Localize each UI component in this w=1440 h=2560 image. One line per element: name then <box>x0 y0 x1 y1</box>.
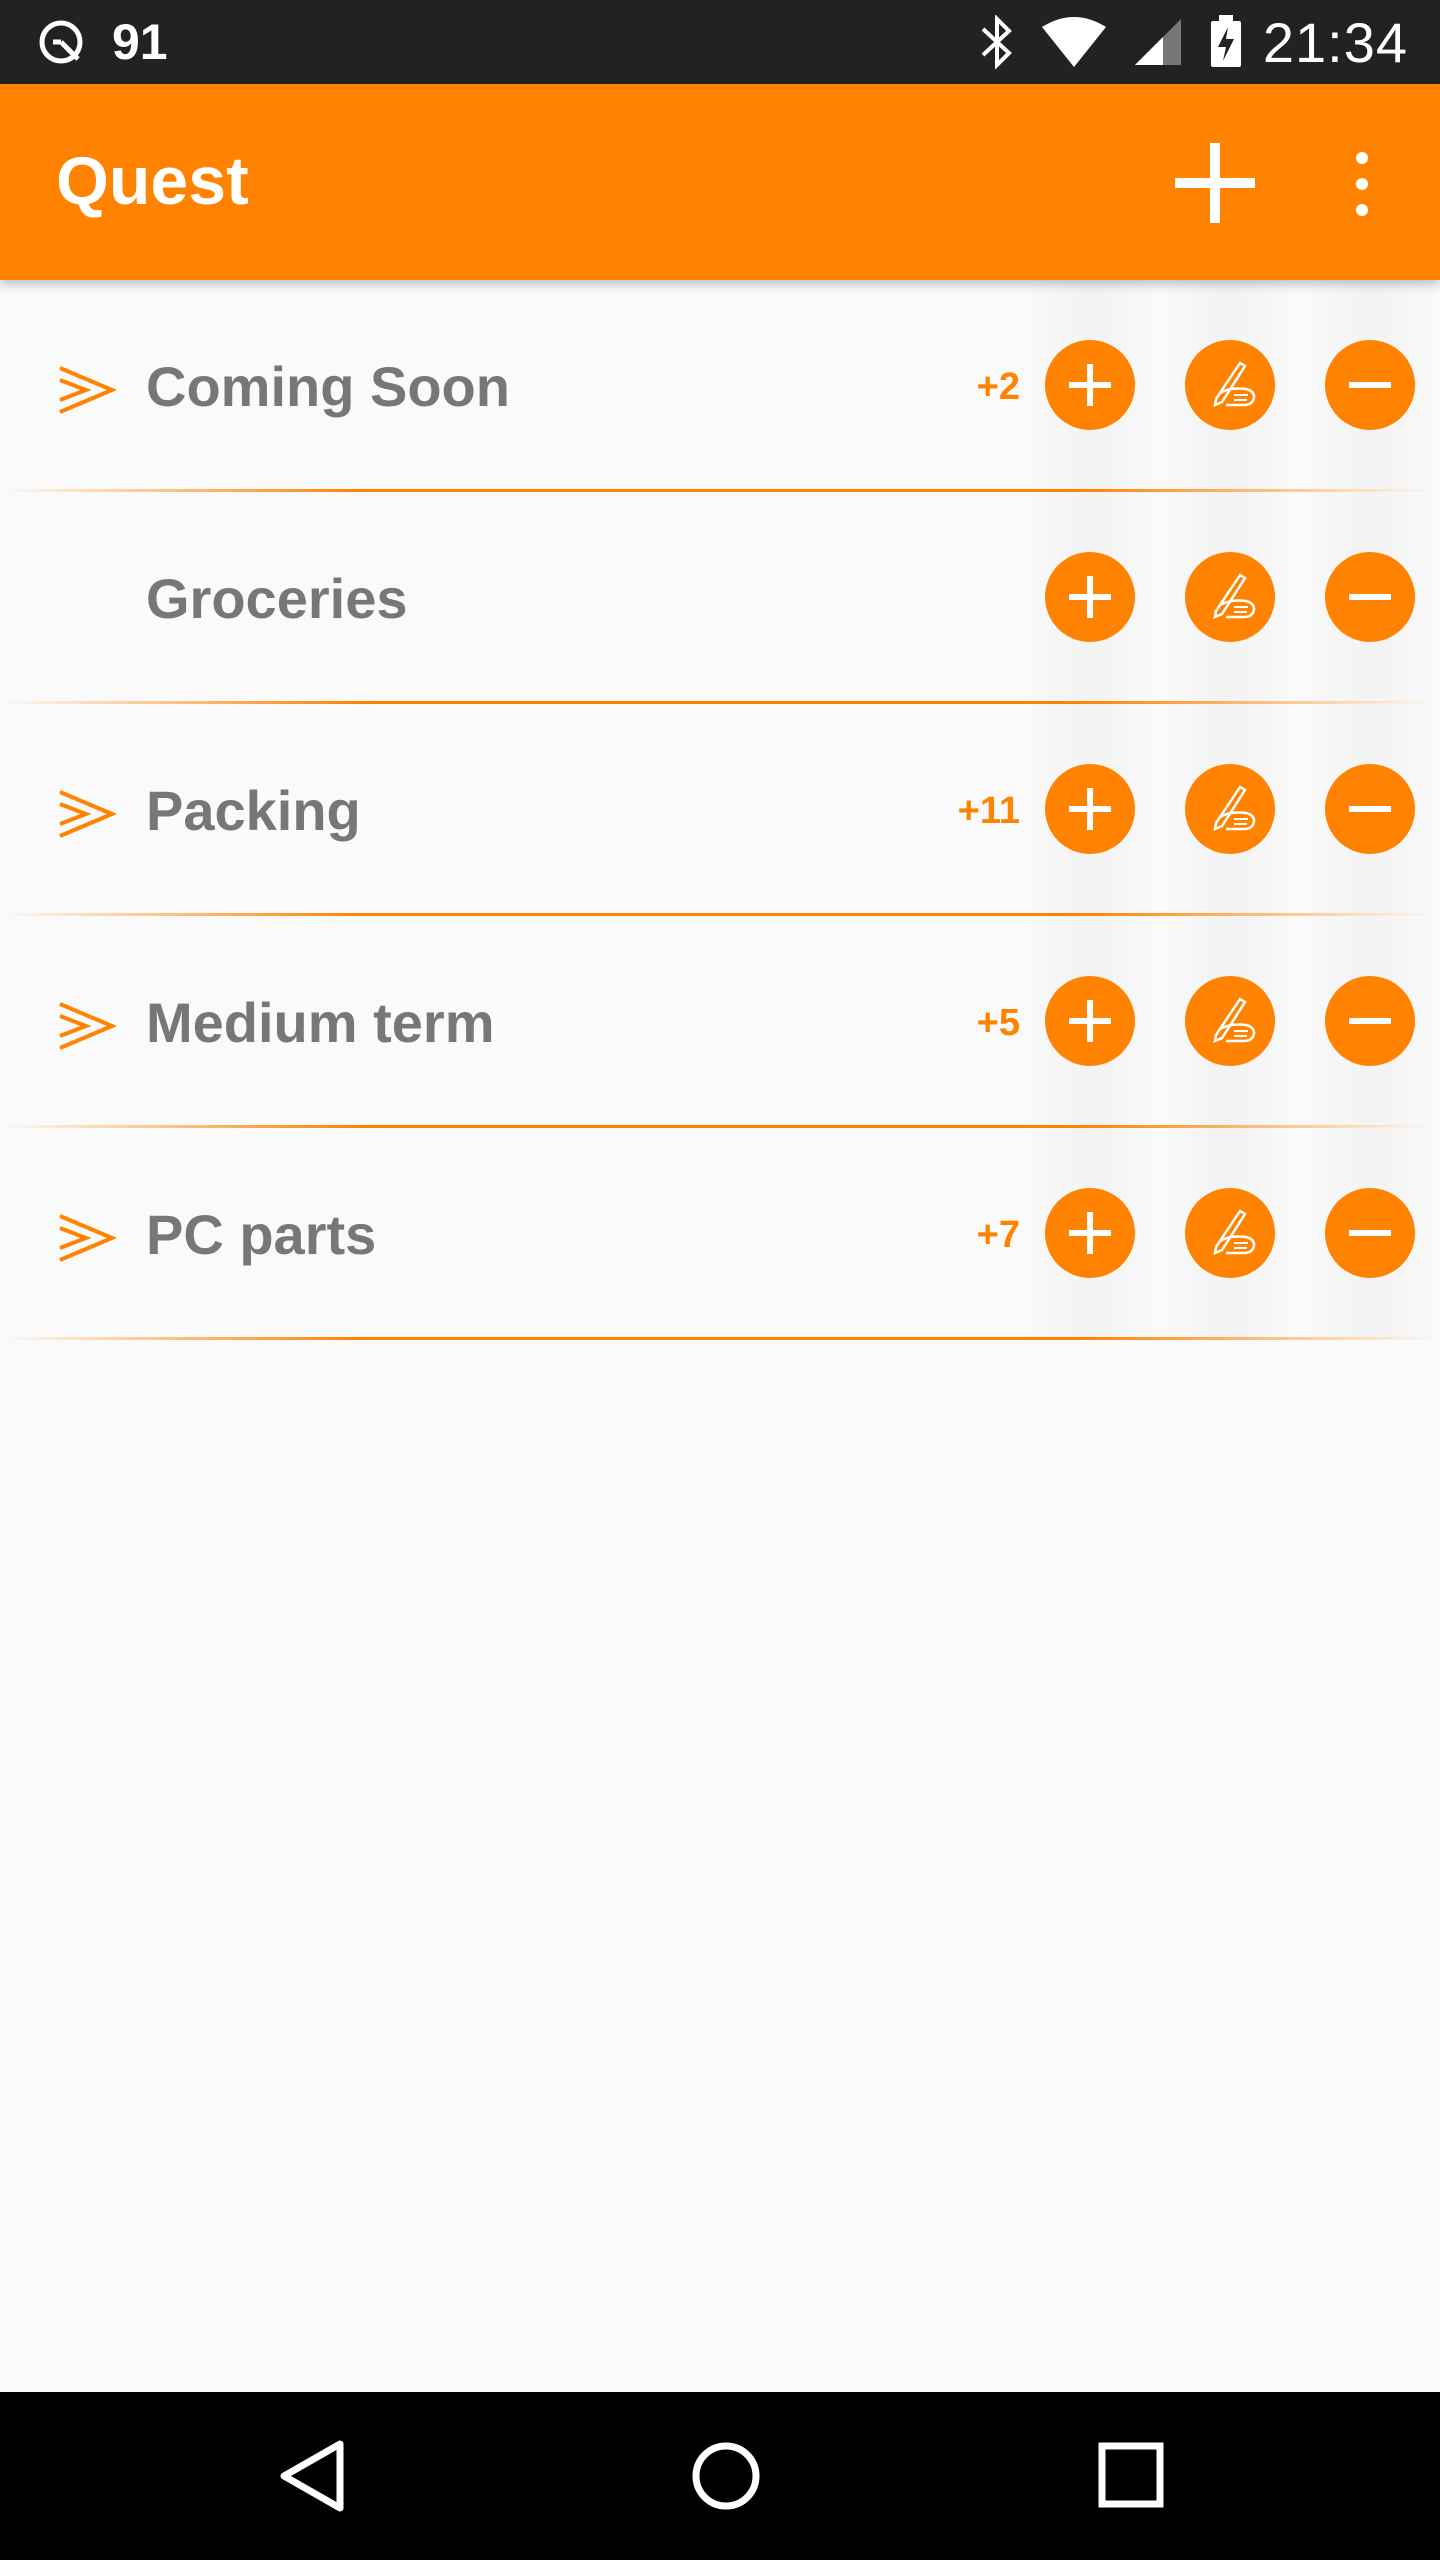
hand-writing-icon <box>1213 573 1256 620</box>
edit-item-button[interactable] <box>1185 764 1275 854</box>
add-item-button[interactable] <box>1045 764 1135 854</box>
overflow-menu-icon <box>1356 152 1368 216</box>
child-count-badge: +7 <box>976 1214 1020 1256</box>
expand-chevron-icon[interactable] <box>56 362 116 418</box>
remove-item-column <box>1300 916 1440 1126</box>
add-item-column <box>1020 280 1160 490</box>
remove-item-button[interactable] <box>1325 976 1415 1066</box>
list-item-label: Packing <box>146 779 361 842</box>
overflow-menu-button[interactable] <box>1336 148 1388 220</box>
child-count-badge: +5 <box>976 1002 1020 1044</box>
status-left: 91 <box>36 13 168 71</box>
remove-item-button[interactable] <box>1325 552 1415 642</box>
plus-icon <box>1069 1212 1111 1254</box>
edit-item-column <box>1160 280 1300 490</box>
list-item-label: Medium term <box>146 991 495 1054</box>
back-triangle-icon <box>280 2440 344 2512</box>
hand-writing-icon <box>1213 361 1256 408</box>
remove-item-column <box>1300 1128 1440 1338</box>
edit-item-button[interactable] <box>1185 552 1275 642</box>
home-circle-icon <box>692 2442 760 2510</box>
edit-item-column <box>1160 916 1300 1126</box>
add-list-button[interactable] <box>1170 138 1260 228</box>
battery-charging-icon <box>1210 15 1241 67</box>
edit-item-button[interactable] <box>1185 340 1275 430</box>
expand-chevron-icon[interactable] <box>56 1210 116 1266</box>
list-item[interactable]: PC parts +7 <box>0 1128 1440 1340</box>
remove-item-column <box>1300 704 1440 914</box>
system-nav-bar <box>0 2392 1440 2560</box>
edit-item-button[interactable] <box>1185 1188 1275 1278</box>
remove-item-column <box>1300 492 1440 702</box>
minus-icon <box>1349 382 1391 388</box>
add-item-column <box>1020 916 1160 1126</box>
plus-icon <box>1069 788 1111 830</box>
bluetooth-icon <box>981 15 1012 69</box>
notification-count: 91 <box>112 14 168 70</box>
quest-list: Coming Soon +2 Groceries Packing +11 Med… <box>0 280 1440 1340</box>
expand-chevron-icon[interactable] <box>56 998 116 1054</box>
edit-item-column <box>1160 492 1300 702</box>
list-item-label: Coming Soon <box>146 355 510 418</box>
hand-writing-icon <box>1213 1209 1256 1256</box>
child-count-badge: +2 <box>976 366 1020 408</box>
minus-icon <box>1349 594 1391 600</box>
list-item[interactable]: Groceries <box>0 492 1440 704</box>
edit-item-column <box>1160 1128 1300 1338</box>
hand-writing-icon <box>1213 997 1256 1044</box>
list-item-label: PC parts <box>146 1203 377 1266</box>
add-item-button[interactable] <box>1045 340 1135 430</box>
cell-signal-icon <box>1134 19 1181 65</box>
app-bar: Quest <box>0 84 1440 280</box>
plus-icon <box>1175 143 1255 223</box>
status-right: 21:34 <box>953 10 1408 75</box>
add-item-column <box>1020 704 1160 914</box>
remove-item-button[interactable] <box>1325 764 1415 854</box>
add-item-column <box>1020 492 1160 702</box>
list-item[interactable]: Coming Soon +2 <box>0 280 1440 492</box>
wifi-icon <box>1041 17 1106 67</box>
edit-item-column <box>1160 704 1300 914</box>
add-item-button[interactable] <box>1045 1188 1135 1278</box>
minus-icon <box>1349 1230 1391 1236</box>
minus-icon <box>1349 1018 1391 1024</box>
hand-writing-icon <box>1213 785 1256 832</box>
minus-icon <box>1349 806 1391 812</box>
expand-chevron-icon[interactable] <box>56 786 116 842</box>
page-title: Quest <box>56 143 249 219</box>
add-item-column <box>1020 1128 1160 1338</box>
status-time: 21:34 <box>1262 10 1408 74</box>
edit-item-button[interactable] <box>1185 976 1275 1066</box>
data-saver-icon <box>39 20 83 64</box>
remove-item-button[interactable] <box>1325 340 1415 430</box>
remove-item-button[interactable] <box>1325 1188 1415 1278</box>
recents-square-icon <box>1098 2442 1164 2508</box>
add-item-button[interactable] <box>1045 976 1135 1066</box>
plus-icon <box>1069 1000 1111 1042</box>
list-item[interactable]: Packing +11 <box>0 704 1440 916</box>
status-bar: 91 21:34 <box>0 0 1440 84</box>
plus-icon <box>1069 364 1111 406</box>
add-item-button[interactable] <box>1045 552 1135 642</box>
home-button[interactable] <box>686 2436 766 2516</box>
list-item[interactable]: Medium term +5 <box>0 916 1440 1128</box>
recents-button[interactable] <box>1094 2438 1168 2512</box>
plus-icon <box>1069 576 1111 618</box>
back-button[interactable] <box>274 2436 354 2516</box>
remove-item-column <box>1300 280 1440 490</box>
list-item-label: Groceries <box>146 567 408 630</box>
child-count-badge: +11 <box>957 790 1020 832</box>
